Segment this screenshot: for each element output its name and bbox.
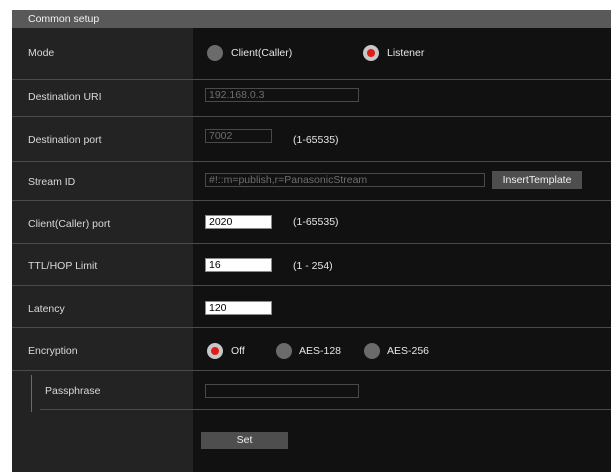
encryption-aes128-label[interactable]: AES-128 [299,345,341,357]
stream-id-input[interactable]: #!::m=publish,r=PanasonicStream [205,173,485,187]
row-separator [12,161,611,162]
row-separator [12,79,611,80]
mode-listener-radio[interactable] [363,45,379,61]
mode-client-label[interactable]: Client(Caller) [231,47,292,59]
encryption-aes128-radio[interactable] [276,343,292,359]
ttl-range: (1 - 254) [293,260,333,272]
mode-client-radio[interactable] [207,45,223,61]
set-button[interactable]: Set [201,432,288,449]
row-separator [12,327,611,328]
row-separator [12,243,611,244]
passphrase-label: Passphrase [45,385,101,397]
encryption-off-radio[interactable] [207,343,223,359]
row-separator [12,116,611,117]
destination-uri-label: Destination URI [28,91,102,103]
insert-template-button[interactable]: InsertTemplate [492,171,582,189]
latency-input[interactable]: 120 [205,301,272,315]
row-separator [12,200,611,201]
destination-uri-input[interactable]: 192.168.0.3 [205,88,359,102]
mode-label: Mode [28,47,55,59]
client-port-range: (1-65535) [293,216,339,228]
passphrase-input[interactable] [205,384,359,398]
ttl-label: TTL/HOP Limit [28,260,98,272]
destination-port-range: (1-65535) [293,134,339,146]
stream-id-label: Stream ID [28,176,76,188]
encryption-aes256-radio[interactable] [364,343,380,359]
destination-port-input[interactable]: 7002 [205,129,272,143]
row-separator [12,285,611,286]
row-separator [12,370,611,371]
ttl-input[interactable]: 16 [205,258,272,272]
encryption-off-label[interactable]: Off [231,345,245,357]
section-header: Common setup [12,10,611,28]
latency-label: Latency [28,303,65,315]
mode-listener-label[interactable]: Listener [387,47,424,59]
destination-port-label: Destination port [28,134,102,146]
client-port-label: Client(Caller) port [28,218,111,230]
passphrase-indent-line [31,375,32,412]
encryption-label: Encryption [28,345,78,357]
row-separator [40,409,611,410]
client-port-input[interactable]: 2020 [205,215,272,229]
encryption-aes256-label[interactable]: AES-256 [387,345,429,357]
